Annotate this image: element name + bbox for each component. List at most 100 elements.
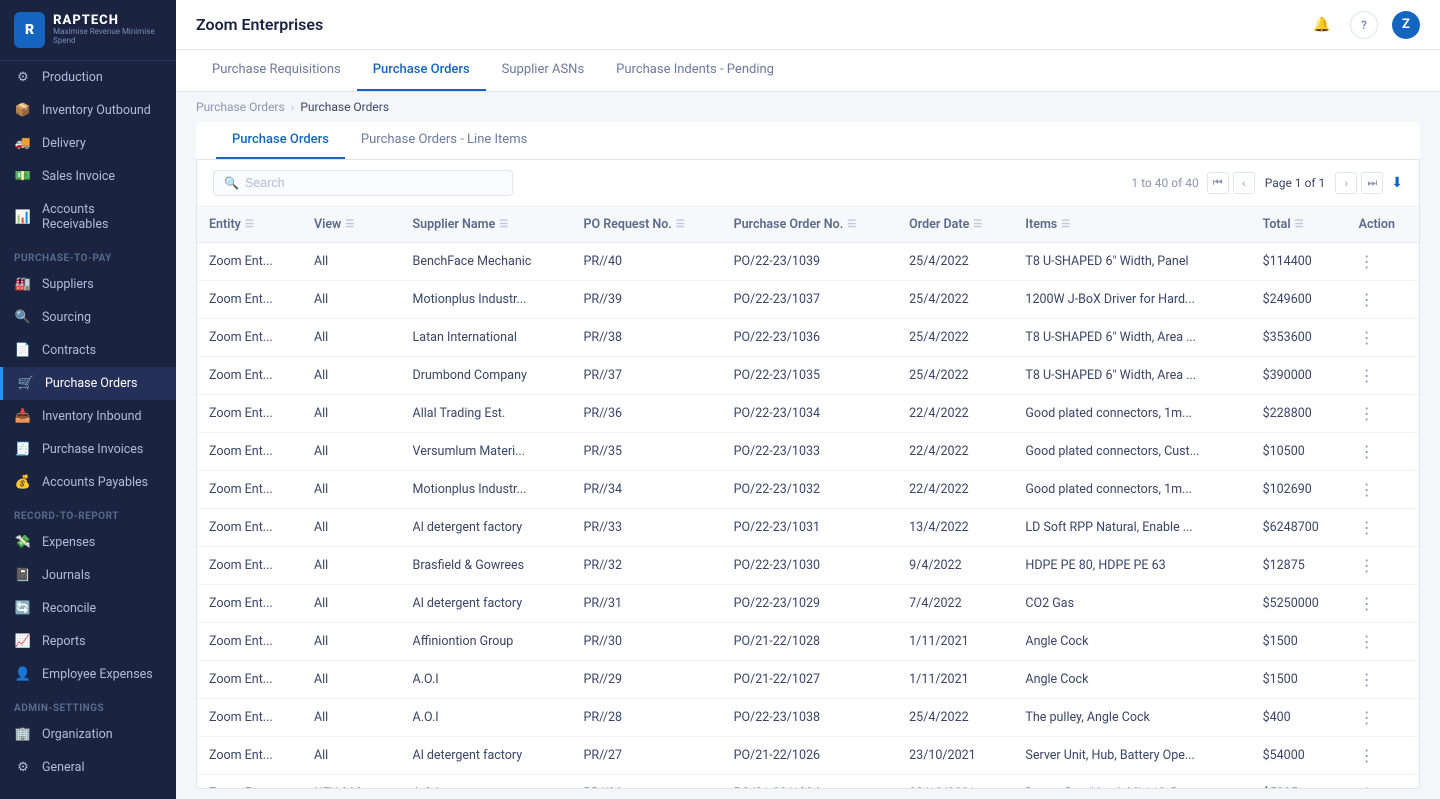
table-row: Zoom Ent... All Al detergent factory PR/… [197,737,1419,775]
cell-view-2: All [302,319,401,357]
cell-items-9: CO2 Gas [1013,585,1250,623]
sidebar-item-inventory-outbound[interactable]: 📦Inventory Outbound [0,94,176,127]
sidebar-item-production[interactable]: ⚙Production [0,61,176,94]
expenses-icon: 💸 [14,535,32,550]
organization-icon: 🏢 [14,727,32,742]
cell-total-2: $353600 [1251,319,1347,357]
search-box[interactable]: 🔍 [213,170,513,196]
sidebar-item-reconcile[interactable]: 🔄Reconcile [0,592,176,625]
user-avatar[interactable]: Z [1392,11,1420,39]
sidebar-item-journals[interactable]: 📓Journals [0,559,176,592]
cell-view-4: All [302,395,401,433]
sidebar-item-label-sourcing: Sourcing [42,310,91,325]
cell-supplier-12: A.O.I [401,699,572,737]
table-body: Zoom Ent... All BenchFace Mechanic PR//4… [197,243,1419,789]
subtab-purchase-orders-lineitems[interactable]: Purchase Orders - Line Items [345,122,543,159]
sidebar-section-label: Record-To-Report [0,499,176,526]
action-menu-13[interactable]: ⋮ [1359,746,1375,765]
sidebar-item-accounts-payable[interactable]: 💰Accounts Payables [0,466,176,499]
subtab-purchase-orders[interactable]: Purchase Orders [216,122,345,159]
table-row: Zoom Ent... All A.O.I PR//28 PO/22-23/10… [197,699,1419,737]
sidebar-item-purchase-invoices[interactable]: 🧾Purchase Invoices [0,433,176,466]
action-menu-2[interactable]: ⋮ [1359,328,1375,347]
sidebar-section-label: Purchase-to-Pay [0,241,176,268]
tab-purchase-indents-pending[interactable]: Purchase Indents - Pending [600,50,790,91]
sidebar-item-label-accounts-payable: Accounts Payables [42,475,148,490]
action-menu-8[interactable]: ⋮ [1359,556,1375,575]
search-input[interactable] [245,176,502,190]
sidebar-item-reports[interactable]: 📈Reports [0,625,176,658]
sidebar-item-general[interactable]: ⚙General [0,751,176,784]
sidebar-item-contracts[interactable]: 📄Contracts [0,334,176,367]
breadcrumb-current: Purchase Orders [300,100,389,114]
action-menu-12[interactable]: ⋮ [1359,708,1375,727]
breadcrumb-link-1[interactable]: Purchase Orders [196,100,285,114]
cell-supplier-14: A.O.I [401,775,572,789]
sidebar-item-accounts-receivable[interactable]: 📊Accounts Receivables [0,193,176,241]
action-menu-14[interactable]: ⋮ [1359,784,1375,788]
download-button[interactable]: ⬇ [1391,175,1403,191]
action-menu-4[interactable]: ⋮ [1359,404,1375,423]
cell-po-req-8: PR//32 [571,547,721,585]
action-menu-3[interactable]: ⋮ [1359,366,1375,385]
action-menu-11[interactable]: ⋮ [1359,670,1375,689]
sidebar-item-delivery[interactable]: 🚚 Delivery [0,127,176,160]
cell-supplier-1: Motionplus Industr... [401,281,572,319]
subtabs-bar: Purchase Orders Purchase Orders - Line I… [196,122,1420,160]
cell-supplier-2: Latan International [401,319,572,357]
cell-entity-2: Zoom Ent... [197,319,302,357]
pagination-last[interactable]: ⏭ [1361,172,1383,194]
cell-items-4: Good plated connectors, 1m... [1013,395,1250,433]
sidebar-item-label-organization: Organization [42,727,113,742]
help-icon[interactable]: ? [1350,11,1378,39]
cell-po-no-10: PO/21-22/1028 [722,623,898,661]
sidebar-item-label-delivery: Delivery [42,136,86,151]
action-menu-9[interactable]: ⋮ [1359,594,1375,613]
action-menu-7[interactable]: ⋮ [1359,518,1375,537]
notification-icon[interactable]: 🔔 [1308,11,1336,39]
sidebar-item-label-general: General [42,760,85,775]
cell-supplier-9: Al detergent factory [401,585,572,623]
sidebar-item-purchase-orders[interactable]: 🛒Purchase Orders [0,367,176,400]
cell-view-10: All [302,623,401,661]
sidebar-item-sourcing[interactable]: 🔍Sourcing [0,301,176,334]
cell-po-req-7: PR//33 [571,509,721,547]
pagination-first[interactable]: ⏮ [1207,172,1229,194]
cell-action-11: ⋮ [1347,661,1419,699]
tab-purchase-orders[interactable]: Purchase Orders [357,50,486,91]
pagination-next[interactable]: › [1335,172,1357,194]
cell-po-req-9: PR//31 [571,585,721,623]
sidebar-item-organization[interactable]: 🏢 Organization [0,718,176,751]
sidebar-item-employee-expenses[interactable]: 👤Employee Expenses [0,658,176,691]
action-menu-0[interactable]: ⋮ [1359,252,1375,271]
pagination-prev[interactable]: ‹ [1233,172,1255,194]
cell-date-13: 23/10/2021 [897,737,1013,775]
cell-po-req-1: PR//39 [571,281,721,319]
sidebar-item-expenses[interactable]: 💸Expenses [0,526,176,559]
action-menu-1[interactable]: ⋮ [1359,290,1375,309]
tabs-bar: Purchase Requisitions Purchase Orders Su… [176,50,1440,92]
logo-icon: R [14,12,45,48]
tab-supplier-asns[interactable]: Supplier ASNs [486,50,601,91]
cell-action-3: ⋮ [1347,357,1419,395]
cell-view-0: All [302,243,401,281]
tab-purchase-requisitions[interactable]: Purchase Requisitions [196,50,357,91]
action-menu-10[interactable]: ⋮ [1359,632,1375,651]
cell-items-7: LD Soft RPP Natural, Enable ... [1013,509,1250,547]
cell-po-req-11: PR//29 [571,661,721,699]
action-menu-5[interactable]: ⋮ [1359,442,1375,461]
sidebar-collapse-btn[interactable]: ‹ [0,784,176,799]
cell-action-12: ⋮ [1347,699,1419,737]
journals-icon: 📓 [14,568,32,583]
cell-po-no-0: PO/22-23/1039 [722,243,898,281]
sidebar-item-label-production: Production [42,70,103,85]
sidebar-item-inventory-inbound[interactable]: 📥Inventory Inbound [0,400,176,433]
action-menu-6[interactable]: ⋮ [1359,480,1375,499]
sidebar-item-suppliers[interactable]: 🏭Suppliers [0,268,176,301]
table-row: Zoom Ent... All Al detergent factory PR/… [197,585,1419,623]
delivery-icon: 🚚 [14,136,32,151]
cell-action-10: ⋮ [1347,623,1419,661]
sidebar-nav: ⚙Production📦Inventory Outbound 🚚 Delivery 💵… [0,61,176,784]
sidebar-item-sales-invoice[interactable]: 💵Sales Invoice [0,160,176,193]
cell-total-1: $249600 [1251,281,1347,319]
